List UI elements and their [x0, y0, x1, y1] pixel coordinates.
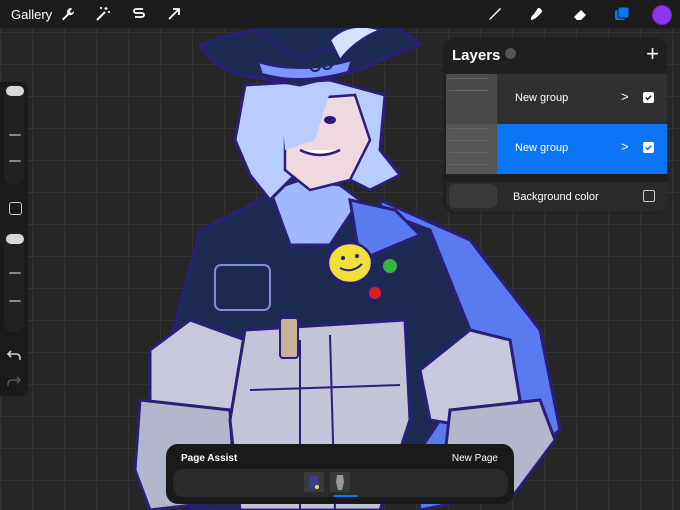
- layer-row-group-1[interactable]: New group >: [446, 74, 667, 124]
- opacity-tick: [9, 272, 21, 274]
- gallery-button[interactable]: Gallery: [11, 7, 52, 22]
- transform-arrow-icon[interactable]: [165, 5, 183, 23]
- brush-icon[interactable]: [485, 5, 503, 23]
- active-page-indicator: [334, 495, 358, 497]
- opacity-tick: [9, 300, 21, 302]
- layer-thumbnail: [446, 124, 497, 174]
- page-assist-title: Page Assist: [181, 453, 238, 464]
- size-tick: [9, 134, 21, 136]
- top-toolbar: Gallery: [0, 0, 680, 28]
- smudge-icon[interactable]: [527, 5, 545, 23]
- brush-size-knob[interactable]: [6, 86, 24, 96]
- background-color-label: Background color: [513, 191, 599, 203]
- opacity-slider[interactable]: [4, 232, 24, 332]
- eraser-icon[interactable]: [571, 5, 589, 23]
- selection-icon[interactable]: [130, 5, 148, 23]
- wrench-icon[interactable]: [59, 5, 77, 23]
- page-thumbnail-strip: [173, 469, 508, 497]
- left-sidebar: [0, 82, 28, 396]
- page-1-thumbnail[interactable]: [304, 472, 324, 492]
- redo-icon[interactable]: [7, 374, 21, 388]
- add-layer-button[interactable]: +: [646, 41, 659, 67]
- page-2-thumbnail[interactable]: [330, 472, 350, 492]
- chevron-right-icon[interactable]: >: [621, 139, 629, 154]
- opacity-knob[interactable]: [6, 234, 24, 244]
- color-picker-button[interactable]: [652, 5, 672, 25]
- layers-icon[interactable]: [613, 5, 631, 23]
- background-color-swatch[interactable]: [449, 184, 497, 208]
- layers-title: Layers: [452, 47, 501, 64]
- modifier-button[interactable]: [9, 202, 22, 215]
- layers-info-icon[interactable]: [505, 48, 516, 59]
- background-visibility-checkbox[interactable]: [643, 190, 655, 202]
- magic-wand-icon[interactable]: [94, 5, 112, 23]
- layer-name: New group: [515, 142, 569, 154]
- layer-row-group-2[interactable]: New group >: [446, 124, 667, 174]
- page-assist-panel: Page Assist New Page: [166, 444, 514, 504]
- layer-visibility-checkbox[interactable]: [643, 142, 654, 153]
- chevron-right-icon[interactable]: >: [621, 89, 629, 104]
- layer-visibility-checkbox[interactable]: [643, 92, 654, 103]
- layers-panel: Layers + New group > New group > Backgro…: [443, 38, 667, 213]
- size-tick: [9, 160, 21, 162]
- layer-name: New group: [515, 92, 569, 104]
- background-color-row[interactable]: Background color: [446, 182, 667, 212]
- new-page-button[interactable]: New Page: [452, 453, 498, 464]
- undo-icon[interactable]: [7, 348, 21, 362]
- layer-thumbnail: [446, 74, 497, 124]
